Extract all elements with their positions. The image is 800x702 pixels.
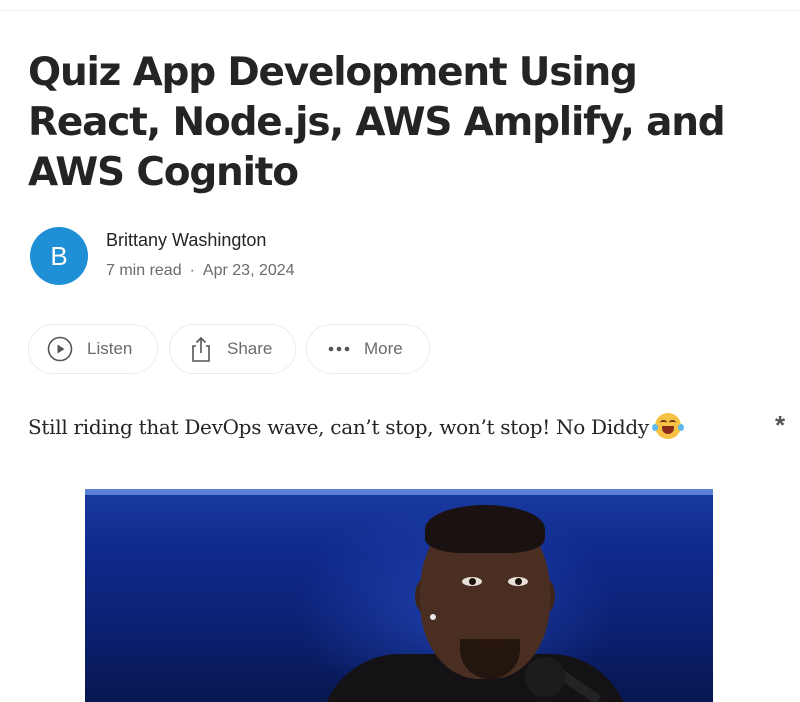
- author-avatar[interactable]: B: [30, 227, 88, 285]
- more-dots-icon: [328, 345, 350, 353]
- more-label: More: [364, 339, 403, 358]
- article-title: Quiz App Development Using React, Node.j…: [28, 50, 726, 195]
- share-icon: [189, 335, 213, 363]
- avatar-initial: B: [50, 240, 68, 271]
- article-gif-image: [85, 489, 713, 702]
- header-divider: [0, 10, 800, 11]
- share-button[interactable]: Share: [169, 324, 296, 374]
- intro-paragraph: Still riding that DevOps wave, can’t sto…: [28, 413, 684, 439]
- listen-label: Listen: [87, 339, 133, 358]
- side-marker: *: [775, 410, 786, 440]
- article-meta: 7 min read · Apr 23, 2024: [106, 262, 295, 280]
- meta-separator: ·: [189, 262, 195, 279]
- read-time: 7 min read: [106, 262, 182, 279]
- publish-date: Apr 23, 2024: [202, 262, 295, 279]
- article-page: Quiz App Development Using React, Node.j…: [0, 0, 800, 702]
- author-byline: B Brittany Washington 7 min read · Apr 23,…: [30, 227, 530, 287]
- face-with-tears-of-joy-icon: [651, 413, 684, 439]
- play-circle-icon: [47, 336, 73, 362]
- intro-text: Still riding that DevOps wave, can’t sto…: [28, 415, 649, 439]
- author-name-link[interactable]: Brittany Washington: [106, 230, 266, 251]
- share-label: Share: [227, 339, 273, 358]
- listen-button[interactable]: Listen: [28, 324, 158, 374]
- more-button[interactable]: More: [306, 324, 430, 374]
